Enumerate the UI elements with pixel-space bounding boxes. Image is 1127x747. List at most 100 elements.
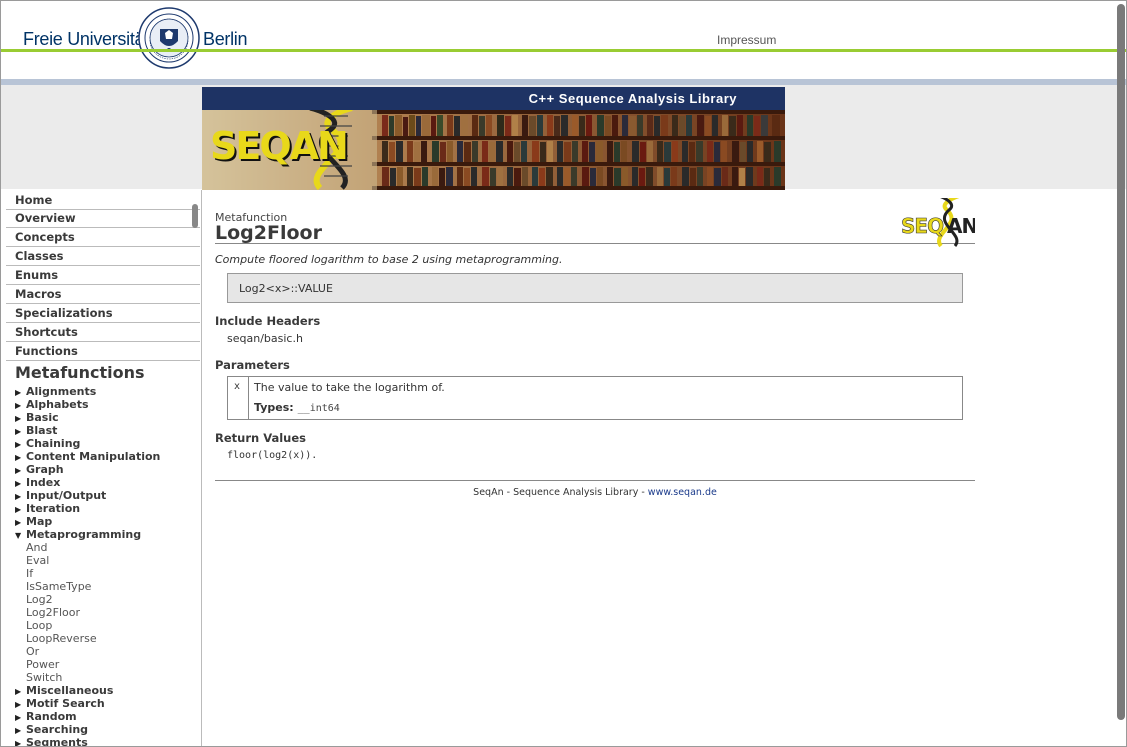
tree-label: Graph <box>26 463 64 476</box>
university-name-left: Freie Universität <box>23 29 149 49</box>
sidebar-item-specializations[interactable]: Specializations <box>6 303 200 323</box>
expand-triangle-icon: ▶ <box>15 388 22 397</box>
tree-label: Index <box>26 476 61 489</box>
tree-category-segments[interactable]: ▶ Segments <box>15 736 88 747</box>
param-name-cell: x <box>228 377 249 419</box>
tree-category-map[interactable]: ▶ Map <box>15 515 52 528</box>
sidebar-item-label: Specializations <box>15 306 113 320</box>
tree-category-alignments[interactable]: ▶ Alignments <box>15 385 96 398</box>
expand-triangle-icon: ▶ <box>15 492 22 501</box>
tree-label: Alignments <box>26 385 97 398</box>
sidebar-item-functions[interactable]: Functions <box>6 341 200 361</box>
sidebar-item-label: Macros <box>15 287 62 301</box>
sidebar-item-label: Overview <box>15 211 76 225</box>
expand-triangle-icon: ▶ <box>15 440 22 449</box>
page-scrollbar[interactable] <box>1117 4 1125 720</box>
page-title: Log2Floor <box>215 222 322 244</box>
tree-leaf-and[interactable]: And <box>26 541 47 554</box>
tree-category-blast[interactable]: ▶ Blast <box>15 424 57 437</box>
parameters-table: x The value to take the logarithm of. Ty… <box>227 376 963 420</box>
browser-viewport: Freie Universität Berlin Impressum C++ S… <box>0 0 1127 747</box>
collapse-triangle-icon: ▼ <box>15 531 22 540</box>
footer-text: SeqAn - Sequence Analysis Library - <box>473 487 648 498</box>
banner-bookshelf-image: SEQAN <box>202 110 785 190</box>
sidebar-item-label: Classes <box>15 249 64 263</box>
tree-leaf-log2floor[interactable]: Log2Floor <box>26 606 80 619</box>
signature-text: Log2<x>::VALUE <box>239 282 333 295</box>
tree-label: Motif Search <box>26 697 105 710</box>
tree-label: Metaprogramming <box>26 528 142 541</box>
sidebar-item-concepts[interactable]: Concepts <box>6 227 200 247</box>
tree-leaf-eval[interactable]: Eval <box>26 554 49 567</box>
tree-leaf-loop[interactable]: Loop <box>26 619 52 632</box>
entry-summary: Compute floored logarithm to base 2 usin… <box>215 253 563 266</box>
university-header: Freie Universität Berlin Impressum <box>1 1 1126 69</box>
signature-box: Log2<x>::VALUE <box>227 273 963 303</box>
tree-category-input-output[interactable]: ▶ Input/Output <box>15 489 106 502</box>
tree-leaf-if[interactable]: If <box>26 567 33 580</box>
param-types: Types: __int64 <box>254 401 340 414</box>
expand-triangle-icon: ▶ <box>15 505 22 514</box>
tree-label: Basic <box>26 411 59 424</box>
sidebar-item-classes[interactable]: Classes <box>6 246 200 266</box>
banner-seqan-logo-text: SEQAN <box>210 124 349 168</box>
university-name-right: Berlin <box>203 29 248 49</box>
sidebar-item-label: Concepts <box>15 230 75 244</box>
tree-category-motif-search[interactable]: ▶ Motif Search <box>15 697 105 710</box>
header-green-rule <box>1 49 1126 52</box>
tree-category-iteration[interactable]: ▶ Iteration <box>15 502 80 515</box>
svg-text:SEQ: SEQ <box>901 214 943 238</box>
svg-text:AN: AN <box>947 214 975 238</box>
impressum-link[interactable]: Impressum <box>717 33 776 47</box>
sidebar-scroll-thumb[interactable] <box>192 204 198 228</box>
sidebar-navigation: Home Overview Concepts Classes Enums Mac… <box>1 190 202 747</box>
tree-category-chaining[interactable]: ▶ Chaining <box>15 437 80 450</box>
sidebar-item-macros[interactable]: Macros <box>6 284 200 304</box>
tree-category-index[interactable]: ▶ Index <box>15 476 60 489</box>
return-values-heading: Return Values <box>215 431 307 445</box>
return-value: floor(log2(x)). <box>227 450 318 461</box>
param-types-value: __int64 <box>297 403 340 414</box>
expand-triangle-icon: ▶ <box>15 739 22 747</box>
page-footer: SeqAn - Sequence Analysis Library - www.… <box>215 487 975 498</box>
tree-label: Map <box>26 515 53 528</box>
tree-leaf-issametype[interactable]: IsSameType <box>26 580 91 593</box>
tree-category-alphabets[interactable]: ▶ Alphabets <box>15 398 89 411</box>
tree-leaf-power[interactable]: Power <box>26 658 59 671</box>
tree-label: Iteration <box>26 502 81 515</box>
sidebar-item-overview[interactable]: Overview <box>6 208 200 228</box>
expand-triangle-icon: ▶ <box>15 453 22 462</box>
tree-label: Blast <box>26 424 58 437</box>
footer-link[interactable]: www.seqan.de <box>648 487 717 498</box>
expand-triangle-icon: ▶ <box>15 427 22 436</box>
tree-leaf-or[interactable]: Or <box>26 645 39 658</box>
sidebar-item-label: Shortcuts <box>15 325 78 339</box>
tree-leaf-loopreverse[interactable]: LoopReverse <box>26 632 97 645</box>
sidebar-item-label: Functions <box>15 344 78 358</box>
banner-tagline: C++ Sequence Analysis Library <box>202 87 785 110</box>
parameters-heading: Parameters <box>215 358 290 372</box>
tree-label: Segments <box>26 736 88 747</box>
expand-triangle-icon: ▶ <box>15 687 22 696</box>
sidebar-item-enums[interactable]: Enums <box>6 265 200 285</box>
sidebar-item-shortcuts[interactable]: Shortcuts <box>6 322 200 342</box>
tree-label: Miscellaneous <box>26 684 114 697</box>
tree-category-content-manipulation[interactable]: ▶ Content Manipulation <box>15 450 160 463</box>
sidebar-item-label: Home <box>15 193 53 207</box>
expand-triangle-icon: ▶ <box>15 713 22 722</box>
tree-leaf-switch[interactable]: Switch <box>26 671 62 684</box>
tree-category-miscellaneous[interactable]: ▶ Miscellaneous <box>15 684 113 697</box>
expand-triangle-icon: ▶ <box>15 518 22 527</box>
tree-category-metaprogramming[interactable]: ▼ Metaprogramming <box>15 528 141 541</box>
tree-label: Alphabets <box>26 398 89 411</box>
sidebar-item-home[interactable]: Home <box>6 190 200 210</box>
university-seal-icon[interactable] <box>138 7 200 69</box>
tree-label: Chaining <box>26 437 81 450</box>
tree-label: Random <box>26 710 77 723</box>
include-headers-heading: Include Headers <box>215 314 321 328</box>
tree-category-basic[interactable]: ▶ Basic <box>15 411 59 424</box>
tree-category-random[interactable]: ▶ Random <box>15 710 77 723</box>
tree-leaf-log2[interactable]: Log2 <box>26 593 53 606</box>
tree-category-searching[interactable]: ▶ Searching <box>15 723 88 736</box>
tree-category-graph[interactable]: ▶ Graph <box>15 463 64 476</box>
